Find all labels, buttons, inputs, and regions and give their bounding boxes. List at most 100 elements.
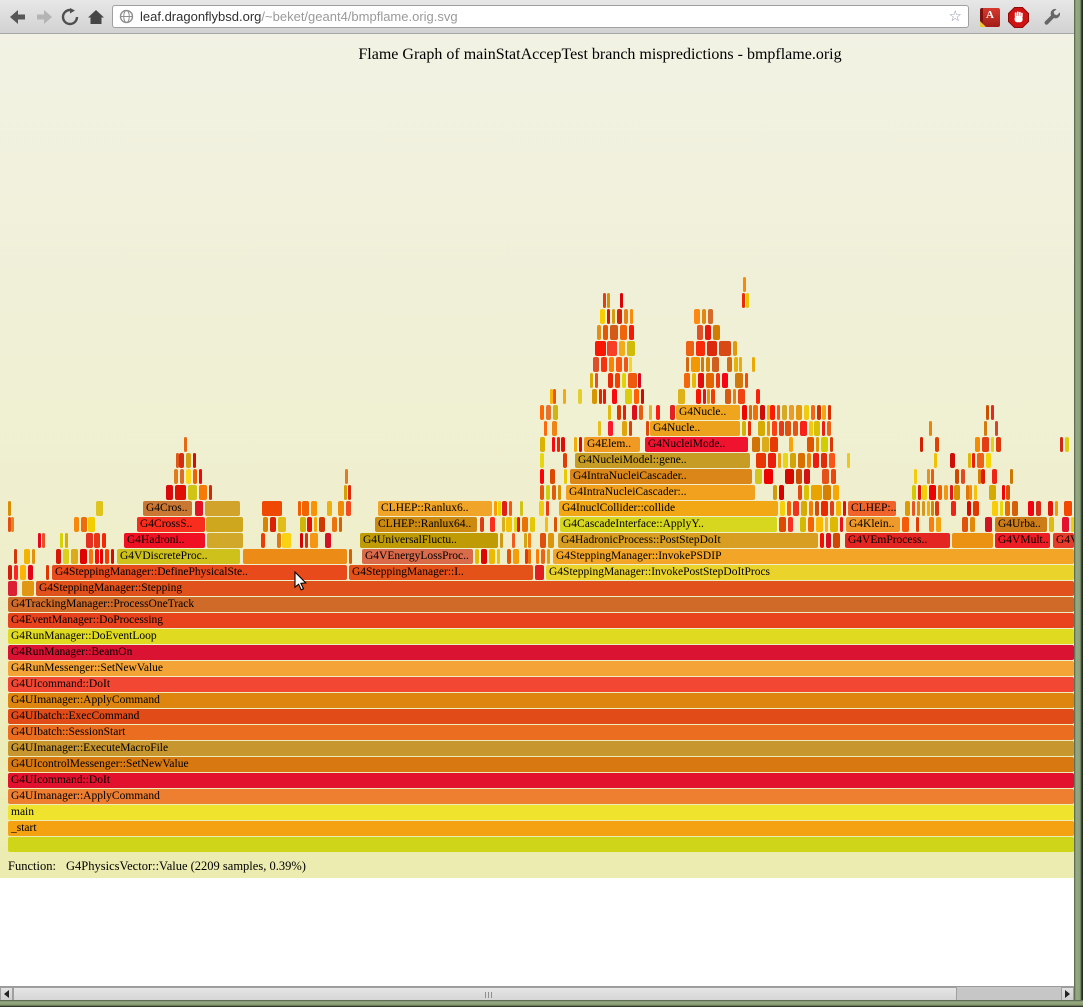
flame-mini-frame[interactable]	[540, 469, 544, 484]
flame-mini-frame[interactable]	[804, 485, 809, 500]
flame-mini-frame[interactable]	[624, 309, 628, 324]
flame-mini-frame[interactable]	[627, 341, 635, 356]
flame-mini-frame[interactable]	[833, 533, 840, 548]
flame-mini-frame[interactable]	[968, 453, 971, 468]
flame-mini-frame[interactable]	[813, 453, 819, 468]
flame-mini-frame[interactable]	[619, 341, 625, 356]
flame-mini-frame[interactable]	[922, 485, 927, 500]
flame-mini-frame[interactable]	[798, 453, 805, 468]
flame-mini-frame[interactable]	[612, 309, 616, 324]
flame-mini-frame[interactable]	[20, 565, 26, 580]
flame-mini-frame[interactable]	[634, 389, 639, 404]
flame-mini-frame[interactable]	[1005, 501, 1010, 516]
flame-mini-frame[interactable]	[102, 533, 106, 548]
flame-mini-frame[interactable]	[827, 421, 831, 436]
flame-mini-frame[interactable]	[918, 485, 921, 500]
flame-mini-frame[interactable]	[314, 517, 317, 532]
flame-mini-frame[interactable]	[14, 549, 17, 564]
flame-mini-frame[interactable]	[528, 549, 531, 564]
flame-mini-frame[interactable]	[86, 533, 93, 548]
flame-mini-frame[interactable]	[801, 501, 807, 516]
flame-mini-frame[interactable]	[938, 485, 942, 500]
flame-mini-frame[interactable]	[94, 533, 100, 548]
flame-mini-frame[interactable]	[977, 453, 984, 468]
flame-mini-frame[interactable]	[739, 357, 742, 372]
flame-mini-frame[interactable]	[779, 421, 784, 436]
flame-mini-frame[interactable]	[1055, 501, 1059, 516]
flame-frame[interactable]: _start	[8, 821, 1074, 836]
flame-mini-frame[interactable]	[707, 389, 710, 404]
flame-mini-frame[interactable]	[184, 437, 187, 452]
flame-frame[interactable]	[8, 581, 17, 596]
flame-mini-frame[interactable]	[186, 453, 190, 468]
flame-mini-frame[interactable]	[481, 549, 487, 564]
flame-mini-frame[interactable]	[962, 517, 967, 532]
flame-mini-frame[interactable]	[793, 501, 799, 516]
flame-mini-frame[interactable]	[816, 437, 819, 452]
flame-mini-frame[interactable]	[88, 517, 95, 532]
flame-mini-frame[interactable]	[601, 357, 607, 372]
flame-mini-frame[interactable]	[199, 469, 202, 484]
flame-mini-frame[interactable]	[80, 549, 87, 564]
flame-mini-frame[interactable]	[305, 533, 308, 548]
flame-mini-frame[interactable]	[512, 533, 515, 548]
flame-mini-frame[interactable]	[553, 405, 558, 420]
flame-frame[interactable]: CLHEP:..	[848, 501, 896, 516]
flame-mini-frame[interactable]	[752, 357, 755, 372]
flame-mini-frame[interactable]	[546, 405, 551, 420]
flame-mini-frame[interactable]	[502, 517, 505, 532]
flame-mini-frame[interactable]	[174, 469, 178, 484]
flame-mini-frame[interactable]	[787, 501, 791, 516]
flame-mini-frame[interactable]	[563, 389, 566, 404]
flame-mini-frame[interactable]	[74, 517, 79, 532]
flame-mini-frame[interactable]	[498, 501, 501, 516]
flame-mini-frame[interactable]	[816, 517, 823, 532]
flame-mini-frame[interactable]	[804, 469, 809, 484]
flame-mini-frame[interactable]	[927, 469, 930, 484]
flame-mini-frame[interactable]	[348, 485, 351, 500]
flame-mini-frame[interactable]	[916, 517, 919, 532]
flame-mini-frame[interactable]	[995, 421, 998, 436]
flame-mini-frame[interactable]	[540, 485, 544, 500]
flame-mini-frame[interactable]	[780, 501, 785, 516]
flame-frame[interactable]: G4HadronicProcess::PostStepDoIt	[558, 533, 818, 548]
flame-mini-frame[interactable]	[270, 517, 276, 532]
flame-mini-frame[interactable]	[179, 453, 184, 468]
flame-mini-frame[interactable]	[610, 325, 618, 340]
flame-mini-frame[interactable]	[552, 421, 556, 436]
flame-mini-frame[interactable]	[691, 357, 699, 372]
flame-mini-frame[interactable]	[735, 373, 743, 388]
flame-mini-frame[interactable]	[727, 357, 732, 372]
flame-mini-frame[interactable]	[111, 549, 114, 564]
flame-frame[interactable]: G4Klein..	[846, 517, 900, 532]
flame-mini-frame[interactable]	[703, 389, 706, 404]
flame-mini-frame[interactable]	[319, 517, 325, 532]
flame-frame[interactable]: main	[8, 805, 1074, 820]
flame-mini-frame[interactable]	[753, 405, 758, 420]
flame-mini-frame[interactable]	[972, 453, 975, 468]
flame-mini-frame[interactable]	[345, 469, 348, 484]
flame-mini-frame[interactable]	[1012, 501, 1018, 516]
flame-mini-frame[interactable]	[822, 405, 826, 420]
flame-mini-frame[interactable]	[821, 453, 827, 468]
flame-mini-frame[interactable]	[711, 389, 714, 404]
flame-frame[interactable]	[207, 533, 243, 548]
flame-mini-frame[interactable]	[706, 373, 714, 388]
flame-mini-frame[interactable]	[755, 469, 762, 484]
flame-frame[interactable]: G4CascadeInterface::ApplyY..	[560, 517, 777, 532]
flame-mini-frame[interactable]	[777, 405, 780, 420]
flame-mini-frame[interactable]	[825, 517, 828, 532]
flame-mini-frame[interactable]	[282, 533, 290, 548]
flame-mini-frame[interactable]	[831, 469, 836, 484]
flame-mini-frame[interactable]	[701, 357, 704, 372]
flame-mini-frame[interactable]	[694, 309, 700, 324]
flame-mini-frame[interactable]	[804, 405, 809, 420]
flame-frame[interactable]: G4UIbatch::ExecCommand	[8, 709, 1074, 724]
flame-frame[interactable]: G4InuclCollider::collide	[559, 501, 778, 516]
flame-mini-frame[interactable]	[779, 485, 784, 500]
flame-mini-frame[interactable]	[186, 469, 191, 484]
flame-frame[interactable]: G4RunMessenger::SetNewValue	[8, 661, 1074, 676]
flame-mini-frame[interactable]	[522, 517, 528, 532]
flame-mini-frame[interactable]	[800, 421, 807, 436]
flame-mini-frame[interactable]	[811, 405, 815, 420]
